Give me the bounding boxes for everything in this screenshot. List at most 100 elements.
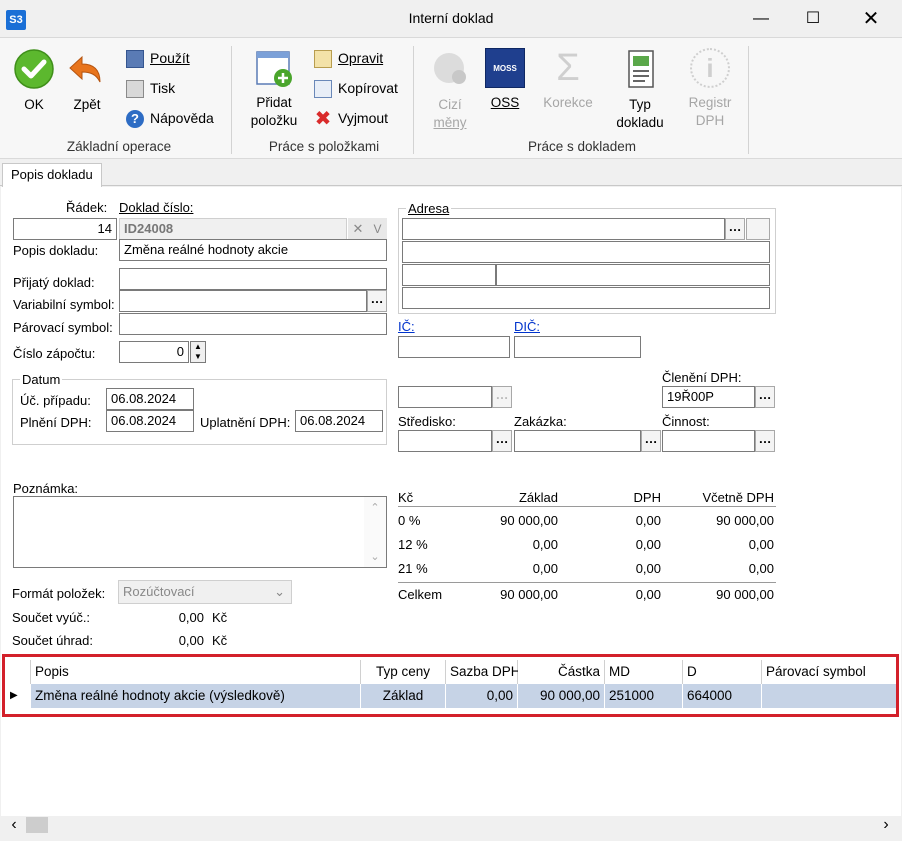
info-icon: i: [690, 48, 730, 88]
radek-field[interactable]: 14: [13, 218, 117, 240]
uc-pripadu-field[interactable]: 06.08.2024: [106, 388, 194, 410]
maximize-button[interactable]: ☐: [788, 0, 838, 38]
cislo-zapoctu-field[interactable]: 0: [119, 341, 189, 363]
ellipsis-button[interactable]: …: [492, 430, 512, 452]
zakazka-field[interactable]: [514, 430, 641, 452]
format-polozek-label: Formát položek:: [12, 586, 106, 601]
vat-header: Včetně DPH: [702, 490, 774, 505]
ic-field[interactable]: [398, 336, 510, 358]
pouzit-button[interactable]: Použít: [126, 47, 190, 69]
tisk-label: Tisk: [150, 80, 176, 96]
pridat-polozku-button[interactable]: Přidat položku: [242, 48, 306, 130]
vat-rate: 12 %: [398, 537, 428, 552]
scroll-left-icon[interactable]: ‹: [6, 816, 22, 834]
cizi-meny-button[interactable]: Cizí měny: [424, 48, 476, 132]
plneni-dph-field[interactable]: 06.08.2024: [106, 410, 194, 432]
checkmark-icon: [14, 49, 54, 89]
delete-x-icon: ✖: [314, 108, 332, 131]
edit-icon: [314, 50, 332, 69]
typ-label-2: dokladu: [616, 115, 664, 130]
prijaty-doklad-field[interactable]: [119, 268, 387, 290]
adresa-city-field[interactable]: [496, 264, 770, 286]
typ-label-1: Typ: [629, 97, 651, 112]
close-button[interactable]: ✕: [846, 0, 896, 38]
ribbon-separator: [413, 46, 414, 154]
soucet-uhrad-label: Součet úhrad:: [12, 633, 93, 648]
address-book-icon[interactable]: [746, 218, 770, 240]
oss-button[interactable]: MOSS OSS: [482, 48, 528, 112]
clear-x-icon[interactable]: ✕: [348, 218, 368, 240]
ok-button[interactable]: OK: [10, 48, 58, 114]
eu-flag-icon: MOSS: [485, 48, 525, 88]
ellipsis-button[interactable]: …: [755, 386, 775, 408]
currency-icon: [434, 53, 466, 84]
add-item-icon: [256, 51, 292, 87]
ic-link[interactable]: IČ:: [398, 319, 415, 334]
scroll-thumb[interactable]: [26, 817, 48, 833]
vat-total-divider: [398, 582, 776, 583]
kopirovat-button[interactable]: Kopírovat: [314, 77, 398, 99]
doklad-cislo-label: Doklad číslo:: [119, 200, 194, 215]
dic-field[interactable]: [514, 336, 641, 358]
poznamka-scrollbar[interactable]: ⌃ ⌄: [364, 497, 386, 567]
soucet-vyuc-value: 0,00: [178, 610, 204, 625]
stredisko-label: Středisko:: [398, 414, 456, 429]
popis-dokladu-field[interactable]: Změna reálné hodnoty akcie: [119, 239, 387, 261]
ellipsis-button[interactable]: …: [725, 218, 745, 240]
format-polozek-select[interactable]: Rozúčtovací ⌄: [118, 580, 292, 604]
cinnost-field[interactable]: [662, 430, 755, 452]
poznamka-textarea[interactable]: [13, 496, 387, 568]
tisk-button[interactable]: Tisk: [126, 77, 175, 99]
chevron-down-icon[interactable]: V: [368, 218, 387, 240]
cislo-zapoctu-label: Číslo zápočtu:: [13, 346, 96, 361]
zakazka-label: Zakázka:: [514, 414, 567, 429]
adresa-zip-field[interactable]: [402, 264, 496, 286]
cizi-label-2: měny: [433, 115, 467, 130]
vat-header: DPH: [633, 490, 661, 505]
ellipsis-button[interactable]: …: [641, 430, 661, 452]
adresa-country-field[interactable]: [402, 287, 770, 309]
scroll-right-icon[interactable]: ›: [878, 816, 894, 834]
minimize-button[interactable]: —: [736, 0, 786, 38]
vyjmout-button[interactable]: ✖ Vyjmout: [314, 107, 388, 129]
stredisko-field[interactable]: [398, 430, 492, 452]
typ-dokladu-button[interactable]: Typ dokladu: [608, 48, 672, 132]
dic-link[interactable]: DIČ:: [514, 319, 540, 334]
ellipsis-button[interactable]: …: [367, 290, 387, 312]
vat-header-divider: [398, 506, 776, 507]
soucet-uhrad-currency: Kč: [212, 633, 228, 648]
adresa-name-field[interactable]: [402, 218, 725, 240]
plneni-dph-label: Plnění DPH:: [20, 415, 92, 430]
parovaci-symbol-field[interactable]: [119, 313, 387, 335]
cleneni-dph-label: Členění DPH:: [662, 370, 742, 385]
tab-popis-dokladu[interactable]: Popis dokladu: [2, 163, 102, 187]
radek-label: Řádek:: [66, 200, 108, 215]
korekce-button[interactable]: Σ Korekce: [538, 48, 598, 112]
format-polozek-value: Rozúčtovací: [123, 584, 195, 599]
adresa-street-field[interactable]: [402, 241, 770, 263]
kopirovat-label: Kopírovat: [338, 80, 398, 96]
cleneni-dph-field[interactable]: 19Ř00P: [662, 386, 755, 408]
vat-total-dph: 0,00: [635, 587, 661, 602]
printer-icon: [126, 80, 144, 99]
doklad-cislo-field[interactable]: ID24008: [119, 218, 347, 240]
cinnost-label: Činnost:: [662, 414, 710, 429]
ribbon-separator: [748, 46, 749, 154]
spin-stepper[interactable]: ▲ ▼: [190, 341, 206, 363]
ellipsis-button[interactable]: …: [755, 430, 775, 452]
opravit-button[interactable]: Opravit: [314, 47, 383, 69]
adresa-group-label: Adresa: [406, 201, 452, 216]
cizi-label-1: Cizí: [438, 97, 462, 112]
uplatneni-dph-field[interactable]: 06.08.2024: [295, 410, 383, 432]
pouzit-label: Použít: [150, 50, 190, 66]
registr-dph-button[interactable]: i Registr DPH: [680, 48, 740, 130]
pridat-label-1: Přidat: [256, 95, 292, 110]
soucet-vyuc-label: Součet vyúč.:: [12, 610, 91, 625]
variabilni-symbol-field[interactable]: [119, 290, 367, 312]
vat-vcetne: 0,00: [748, 537, 774, 552]
vat-zaklad: 0,00: [532, 537, 558, 552]
pridat-label-2: položku: [250, 113, 298, 128]
horizontal-scrollbar[interactable]: [1, 816, 901, 834]
napoveda-button[interactable]: ? Nápověda: [126, 107, 214, 129]
back-button[interactable]: Zpět: [64, 48, 110, 114]
